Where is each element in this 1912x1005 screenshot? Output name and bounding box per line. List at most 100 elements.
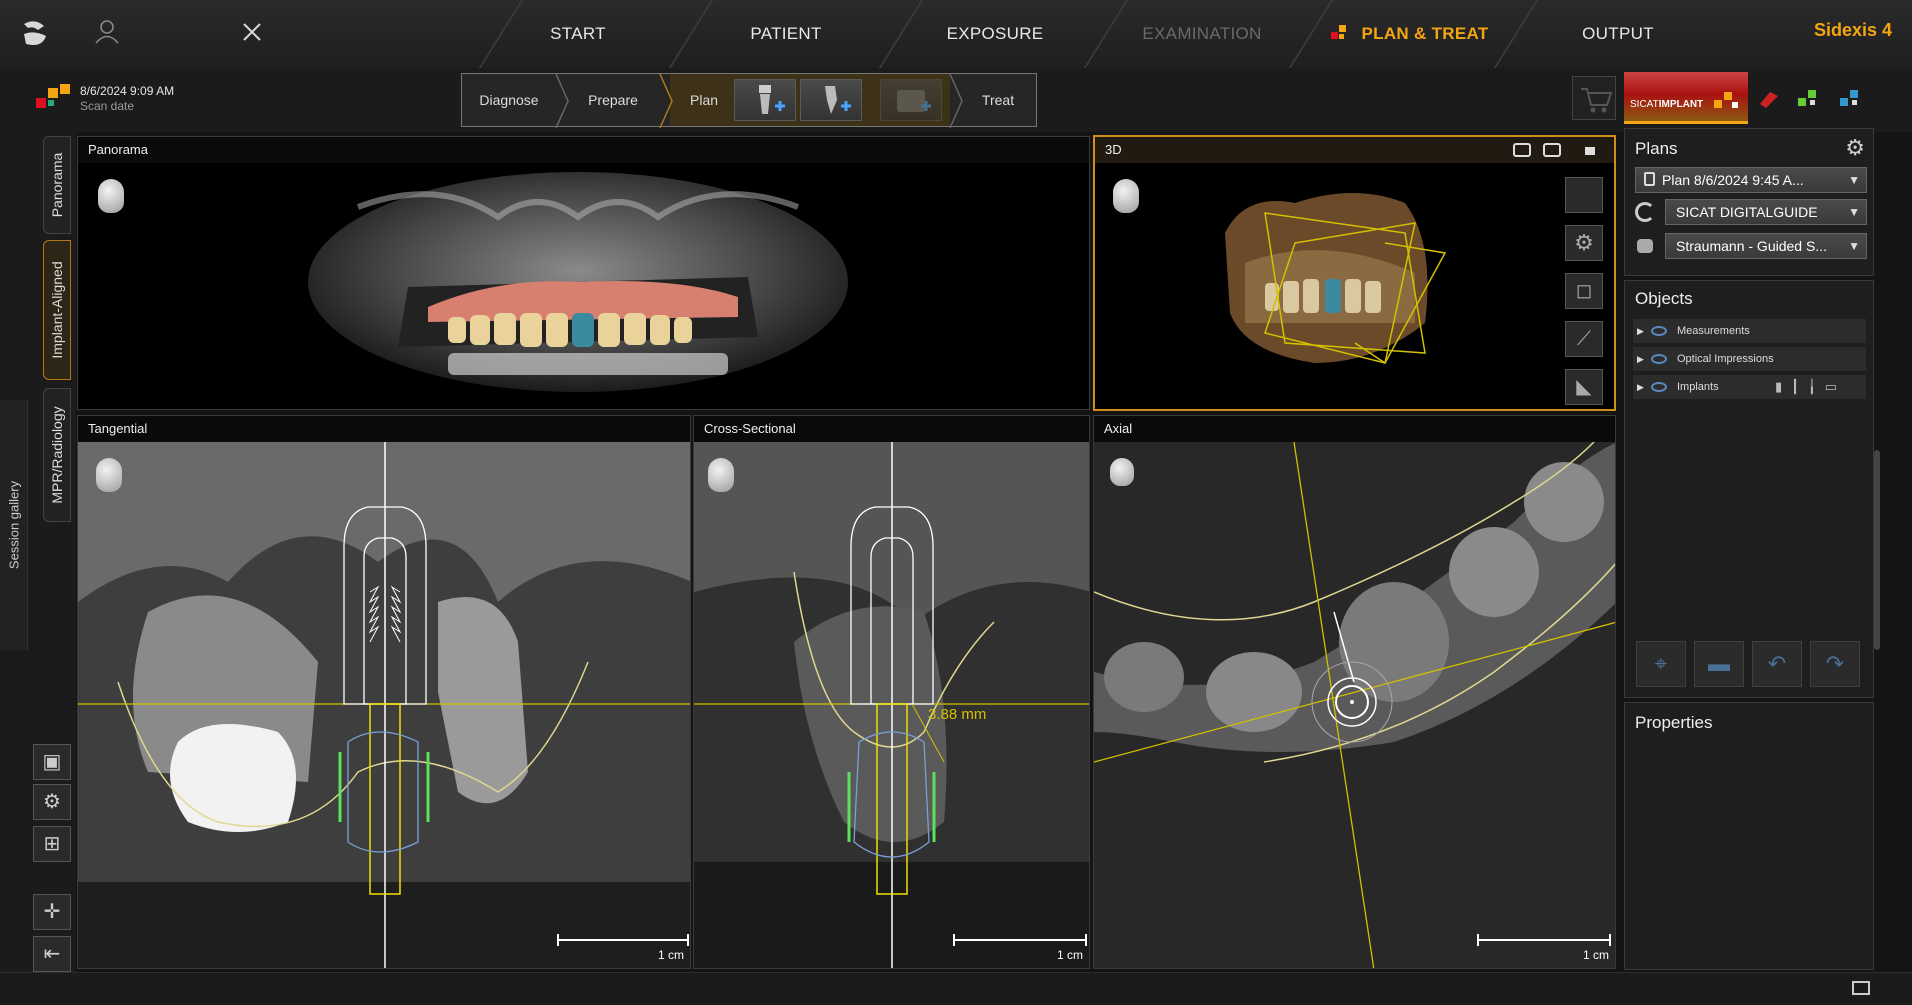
scale-label: 1 cm xyxy=(657,948,684,962)
gallery-settings-button[interactable]: ⚙ xyxy=(33,784,71,820)
object-row-implants[interactable]: ▶ Implants ▮┃╽▭ xyxy=(1633,375,1866,399)
nav-start[interactable]: START xyxy=(478,18,678,50)
workflow-steps: Diagnose Prepare Plan Treat xyxy=(461,73,1037,128)
panorama-title: Panorama xyxy=(78,137,1089,163)
guide-select-value: SICAT DIGITALGUIDE xyxy=(1676,204,1818,220)
3d-render xyxy=(1225,193,1447,365)
visibility-eye-icon[interactable] xyxy=(1651,382,1667,392)
plan-select-value: Plan 8/6/2024 9:45 A... xyxy=(1662,172,1804,188)
orientation-head-icon-tangential[interactable] xyxy=(96,458,122,492)
app-tab-blue-icon[interactable] xyxy=(1838,86,1864,112)
expand-icon[interactable]: ▶ xyxy=(1637,319,1644,343)
camera-icon[interactable] xyxy=(1543,143,1561,157)
redo-button[interactable]: ↷ xyxy=(1810,641,1860,687)
crosshair-toggle-button[interactable]: ✛ xyxy=(33,894,71,930)
axial-image xyxy=(1094,442,1615,968)
3d-view[interactable]: 3D ⚙ ◻ ⟋ ◣ xyxy=(1093,135,1616,411)
tab-mpr-label: MPR/Radiology xyxy=(49,406,65,504)
plans-title: Plans xyxy=(1635,139,1678,158)
scale-label-cross: 1 cm xyxy=(1056,948,1083,962)
tangential-title: Tangential xyxy=(78,416,690,442)
nav-patient[interactable]: PATIENT xyxy=(686,18,886,50)
objects-panel: Objects ▶ Measurements ▶ Optical Impress… xyxy=(1624,280,1874,698)
3d-settings-button[interactable]: ⚙ xyxy=(1565,225,1603,261)
object-row-optical-impressions[interactable]: ▶ Optical Impressions xyxy=(1633,347,1866,371)
implant-type-icons: ▮┃╽▭ xyxy=(1775,379,1847,394)
tab-implant-aligned[interactable]: Implant-Aligned xyxy=(43,240,71,380)
cart-icon[interactable] xyxy=(1572,76,1616,120)
panel-scrollbar[interactable] xyxy=(1874,450,1880,650)
properties-panel: Properties xyxy=(1624,702,1874,970)
nav-output[interactable]: OUTPUT xyxy=(1518,18,1718,50)
sicat-implant-tab[interactable]: SICATIMPLANT xyxy=(1624,72,1748,124)
implant-system-select[interactable]: Straumann - Guided S... ▼ xyxy=(1665,233,1867,259)
screenshot-button[interactable]: ▣ xyxy=(33,744,71,780)
scan-date-label: Scan date xyxy=(80,99,135,113)
object-label: Optical Impressions xyxy=(1677,353,1774,365)
orientation-head-icon-axial[interactable] xyxy=(1110,458,1134,486)
layout-button[interactable]: ⊞ xyxy=(33,826,71,862)
expand-icon[interactable]: ▶ xyxy=(1637,347,1644,371)
nav-exposure[interactable]: EXPOSURE xyxy=(895,18,1095,50)
panorama-image xyxy=(308,172,848,392)
tab-implant-aligned-label: Implant-Aligned xyxy=(49,261,65,359)
visibility-eye-icon[interactable] xyxy=(1651,326,1667,336)
scale-label-axial: 1 cm xyxy=(1582,948,1609,962)
app-logo-icon[interactable] xyxy=(20,18,50,48)
scan-date: 8/6/2024 9:09 AM Scan date xyxy=(80,84,174,114)
app-tab-green-icon[interactable] xyxy=(1796,86,1822,112)
remove-object-button[interactable]: ▬ xyxy=(1694,641,1744,687)
axial-title: Axial xyxy=(1094,416,1615,442)
tab-panorama-label: Panorama xyxy=(49,152,65,218)
undo-button[interactable]: ↶ xyxy=(1752,641,1802,687)
expand-icon[interactable]: ▶ xyxy=(1637,375,1644,399)
tangential-image xyxy=(78,442,690,968)
distance-measurement[interactable]: 3.88 mm xyxy=(928,706,986,723)
top-navigation-bar: START PATIENT EXPOSURE EXAMINATION PLAN … xyxy=(0,0,1912,68)
implant-system-icon xyxy=(1637,239,1653,253)
guide-icon xyxy=(1635,202,1655,222)
3d-clip-button[interactable]: ⟋ xyxy=(1565,321,1603,357)
visibility-eye-icon[interactable] xyxy=(1651,354,1667,364)
close-patient-icon[interactable] xyxy=(240,20,264,44)
tangential-view[interactable]: Tangential 1 cm xyxy=(77,415,691,969)
center-on-object-button[interactable]: ⌖ xyxy=(1636,641,1686,687)
plan-select[interactable]: Plan 8/6/2024 9:45 A... ▼ xyxy=(1635,167,1867,193)
nav-plan-treat[interactable]: PLAN & TREAT xyxy=(1325,18,1525,50)
scan-icon xyxy=(36,84,72,110)
plans-settings-icon[interactable]: ⚙ xyxy=(1845,135,1865,161)
session-gallery-panel[interactable]: Session gallery xyxy=(0,400,28,650)
3d-volume-button[interactable]: ◣ xyxy=(1565,369,1603,405)
product-brand: Sidexis 4 xyxy=(1813,20,1892,40)
orientation-head-icon-3d[interactable] xyxy=(1113,179,1139,213)
screenshot-icon[interactable] xyxy=(1513,143,1531,157)
patient-icon[interactable] xyxy=(94,18,120,44)
maximize-icon[interactable] xyxy=(1585,147,1595,155)
nav-examination[interactable]: EXAMINATION xyxy=(1102,18,1302,50)
reset-view-button[interactable]: ⇤ xyxy=(33,936,71,972)
tab-panorama[interactable]: Panorama xyxy=(43,136,71,234)
tab-mpr-radiology[interactable]: MPR/Radiology xyxy=(43,388,71,522)
implant-system-value: Straumann - Guided S... xyxy=(1676,238,1827,254)
cross-sectional-image xyxy=(694,442,1089,968)
lock-icon xyxy=(1644,172,1655,186)
workflow-arrows xyxy=(555,74,963,128)
orientation-head-icon-cross[interactable] xyxy=(708,458,734,492)
sicat-label: SICATIMPLANT xyxy=(1630,99,1703,110)
cross-sectional-title: Cross-Sectional xyxy=(694,416,1089,442)
objects-title: Objects xyxy=(1635,289,1693,308)
3d-cube-button[interactable]: ◻ xyxy=(1565,273,1603,309)
panorama-view[interactable]: Panorama xyxy=(77,136,1090,410)
app-tab-red-icon[interactable] xyxy=(1756,86,1782,112)
fullscreen-icon[interactable] xyxy=(1852,981,1870,995)
object-row-measurements[interactable]: ▶ Measurements xyxy=(1633,319,1866,343)
object-label: Implants xyxy=(1677,381,1719,393)
3d-avatar-button[interactable] xyxy=(1565,177,1603,213)
object-label: Measurements xyxy=(1677,325,1750,337)
guide-select[interactable]: SICAT DIGITALGUIDE ▼ xyxy=(1665,199,1867,225)
axial-view[interactable]: Axial 1 cm xyxy=(1093,415,1616,969)
cross-sectional-view[interactable]: Cross-Sectional 3.88 mm 1 cm xyxy=(693,415,1090,969)
orientation-head-icon[interactable] xyxy=(98,179,124,213)
sicat-name: IMPLANT xyxy=(1658,99,1704,110)
3d-title: 3D xyxy=(1095,137,1614,163)
